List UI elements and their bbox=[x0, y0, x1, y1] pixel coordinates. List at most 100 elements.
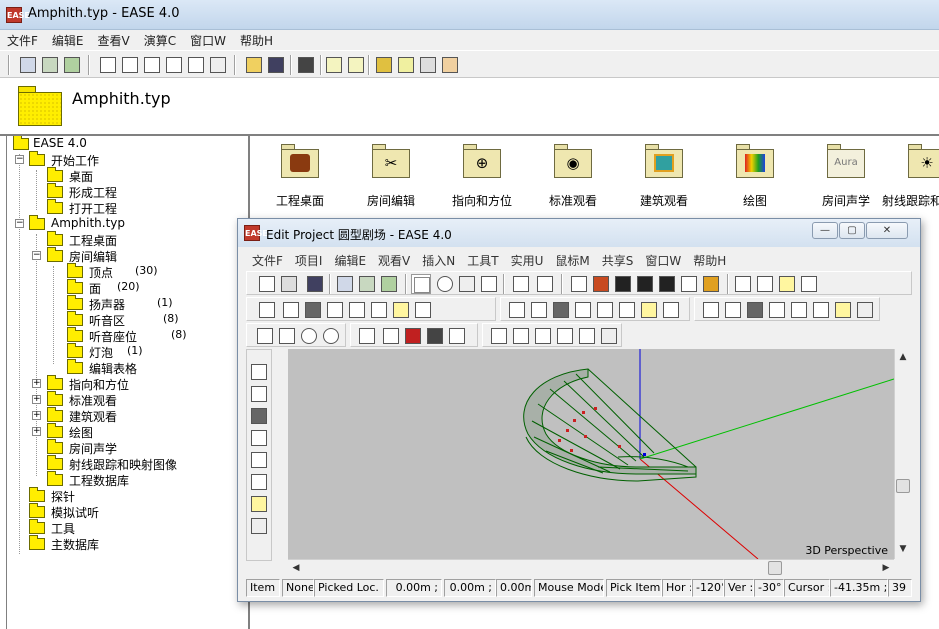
delete-button[interactable] bbox=[257, 300, 277, 320]
layout-2-button[interactable] bbox=[511, 326, 531, 346]
icon-room-edit[interactable]: ✂ 房间编辑 bbox=[346, 144, 436, 210]
zoom-extents-button[interactable] bbox=[535, 274, 555, 294]
menu-help[interactable]: 帮助H bbox=[233, 30, 280, 51]
close-button[interactable]: ✕ bbox=[866, 222, 908, 239]
child-menu-window[interactable]: 窗口W bbox=[639, 249, 687, 272]
v-vertex-button[interactable] bbox=[249, 384, 269, 404]
icon-standard-view[interactable]: ◉ 标准观看 bbox=[528, 144, 618, 210]
tool-a-button[interactable] bbox=[324, 55, 344, 75]
v-face-button[interactable] bbox=[249, 406, 269, 426]
face-edit-button[interactable] bbox=[551, 300, 571, 320]
tree-audience-areas[interactable]: 听音区 (8) bbox=[7, 311, 247, 328]
menu-window[interactable]: 窗口W bbox=[183, 30, 233, 51]
v-speaker-button[interactable] bbox=[249, 428, 269, 448]
speaker-tool-b-button[interactable] bbox=[755, 274, 775, 294]
tool-d-button[interactable] bbox=[396, 55, 416, 75]
area-button[interactable] bbox=[347, 300, 367, 320]
icon-drawing[interactable]: 绘图 bbox=[710, 144, 800, 210]
scroll-right-button[interactable]: ▶ bbox=[878, 560, 894, 576]
tool-c-button[interactable] bbox=[374, 55, 394, 75]
tool-grid-button[interactable] bbox=[591, 274, 611, 294]
seat-edit-button[interactable] bbox=[617, 300, 637, 320]
expand-icon[interactable]: + bbox=[32, 427, 41, 436]
view-small-button[interactable] bbox=[120, 55, 140, 75]
view-cascade-button[interactable] bbox=[208, 55, 228, 75]
undo-button[interactable] bbox=[299, 326, 319, 346]
wave-all-button[interactable] bbox=[855, 300, 875, 320]
expand-icon[interactable]: + bbox=[32, 379, 41, 388]
main-titlebar[interactable]: EASE Amphith.typ - EASE 4.0 bbox=[0, 0, 939, 30]
zoom-in-button[interactable] bbox=[511, 274, 531, 294]
child-titlebar[interactable]: EASE Edit Project 圆型剧场 - EASE 4.0 — ▢ ✕ bbox=[238, 219, 920, 247]
v-bulb-button[interactable] bbox=[249, 494, 269, 514]
collapse-icon[interactable]: − bbox=[15, 155, 24, 164]
pick-tool-button[interactable] bbox=[411, 274, 431, 294]
print-button[interactable] bbox=[335, 274, 355, 294]
tree-bulbs[interactable]: 灯泡 (1) bbox=[7, 343, 247, 360]
speaker-all-button[interactable] bbox=[767, 300, 787, 320]
child-menu-tools[interactable]: 工具T bbox=[461, 249, 504, 272]
collapse-icon[interactable]: − bbox=[15, 219, 24, 228]
tree-seats[interactable]: 听音座位 (8) bbox=[7, 327, 247, 344]
paste-button[interactable] bbox=[277, 326, 297, 346]
area-all-button[interactable] bbox=[789, 300, 809, 320]
bulb-tool-button[interactable] bbox=[777, 274, 797, 294]
collapse-icon[interactable]: − bbox=[32, 251, 41, 260]
3d-viewport[interactable]: 3D Perspective bbox=[288, 349, 894, 559]
delete-all-button[interactable] bbox=[701, 300, 721, 320]
icon-project-desktop[interactable]: 工程桌面 bbox=[255, 144, 345, 210]
wave-edit-button[interactable] bbox=[661, 300, 681, 320]
view-list-button[interactable] bbox=[142, 55, 162, 75]
zoom-window-button[interactable] bbox=[457, 274, 477, 294]
cut-button[interactable] bbox=[357, 326, 377, 346]
layout-3-button[interactable] bbox=[533, 326, 553, 346]
pan-button[interactable] bbox=[479, 274, 499, 294]
select-button[interactable] bbox=[296, 55, 316, 75]
arrow-left-button[interactable] bbox=[613, 274, 633, 294]
area-edit-button[interactable] bbox=[595, 300, 615, 320]
export-button[interactable] bbox=[379, 274, 399, 294]
layout-4-button[interactable] bbox=[555, 326, 575, 346]
icon-ray-tracing[interactable]: ☀ 射线跟踪和 bbox=[882, 144, 939, 210]
expand-icon[interactable]: + bbox=[32, 395, 41, 404]
open-button[interactable] bbox=[279, 274, 299, 294]
print-preview-button[interactable] bbox=[40, 55, 60, 75]
edit-project-window[interactable]: EASE Edit Project 圆型剧场 - EASE 4.0 — ▢ ✕ … bbox=[237, 218, 921, 602]
child-menu-utility[interactable]: 实用U bbox=[505, 249, 550, 272]
save-button[interactable] bbox=[266, 55, 286, 75]
viewport-vertical-scrollbar[interactable]: ▲ ▼ bbox=[894, 349, 911, 559]
wave-button[interactable] bbox=[413, 300, 433, 320]
seat-all-button[interactable] bbox=[811, 300, 831, 320]
print-button[interactable] bbox=[18, 55, 38, 75]
tree-speakers[interactable]: 扬声器 (1) bbox=[7, 295, 247, 312]
icon-room-acoustics[interactable]: Aura 房间声学 bbox=[801, 144, 891, 210]
layout-5-button[interactable] bbox=[577, 326, 597, 346]
vertex-x-button[interactable] bbox=[507, 300, 527, 320]
arrow-up-button[interactable] bbox=[635, 274, 655, 294]
child-menu-share[interactable]: 共享S bbox=[596, 249, 640, 272]
layout-6-button[interactable] bbox=[599, 326, 619, 346]
scroll-down-button[interactable]: ▼ bbox=[895, 541, 911, 557]
scroll-thumb[interactable] bbox=[896, 479, 910, 493]
menu-file[interactable]: 文件F bbox=[0, 30, 45, 51]
context-help-button[interactable] bbox=[418, 55, 438, 75]
menu-edit[interactable]: 编辑E bbox=[45, 30, 91, 51]
listen-button[interactable] bbox=[440, 55, 460, 75]
scroll-up-button[interactable]: ▲ bbox=[895, 349, 911, 365]
vertex-button[interactable] bbox=[281, 300, 301, 320]
tree-vertices[interactable]: 顶点 (30) bbox=[7, 263, 247, 280]
expand-icon[interactable]: + bbox=[32, 411, 41, 420]
face-button[interactable] bbox=[303, 300, 323, 320]
redo-button[interactable] bbox=[321, 326, 341, 346]
icon-architectural-view[interactable]: 建筑观看 bbox=[619, 144, 709, 210]
bulb-button[interactable] bbox=[391, 300, 411, 320]
face-all-button[interactable] bbox=[745, 300, 765, 320]
new-button[interactable] bbox=[257, 274, 277, 294]
child-menu-mouse[interactable]: 鼠标M bbox=[549, 249, 595, 272]
speaker-tool-a-button[interactable] bbox=[733, 274, 753, 294]
arrow-down-button[interactable] bbox=[657, 274, 677, 294]
child-menu-help[interactable]: 帮助H bbox=[687, 249, 732, 272]
child-menu-file[interactable]: 文件F bbox=[246, 249, 289, 272]
bulb-edit-button[interactable] bbox=[639, 300, 659, 320]
hand-button[interactable] bbox=[447, 326, 467, 346]
